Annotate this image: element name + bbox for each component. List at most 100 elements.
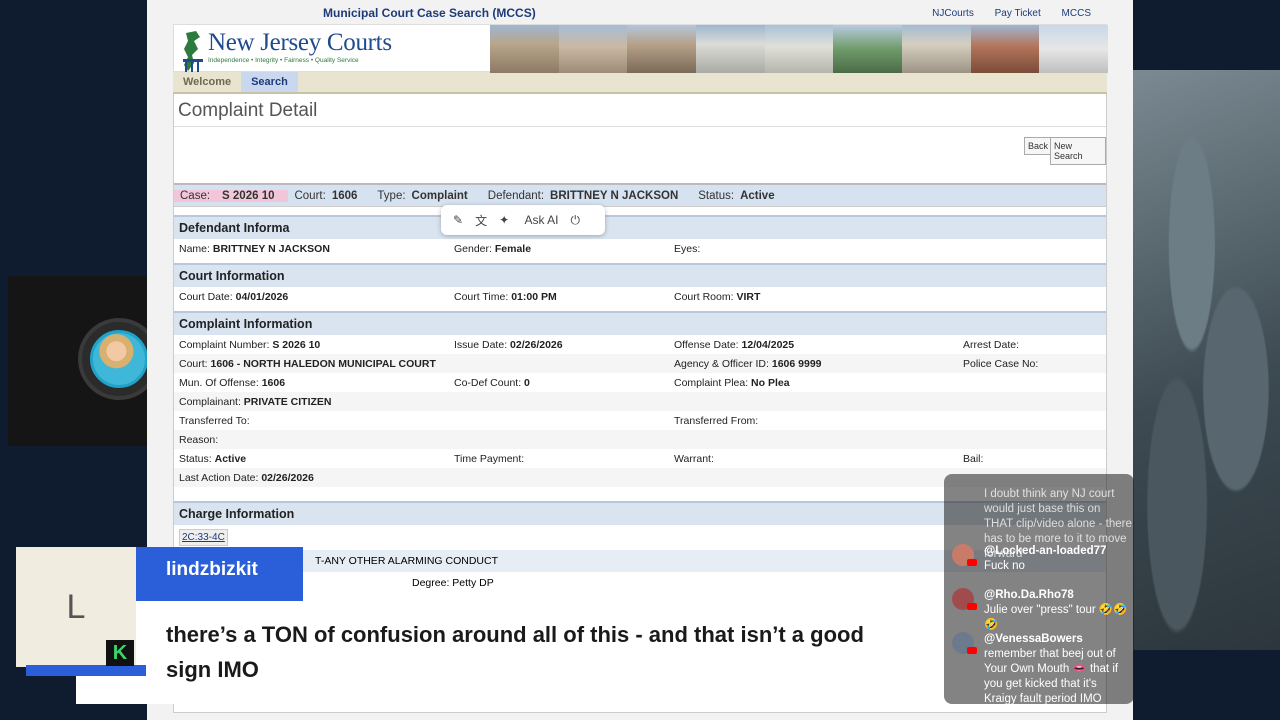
translate-icon[interactable]: 文: [475, 212, 487, 229]
logo-wordmark: New Jersey Courts: [208, 29, 392, 56]
issue-date-value: 02/26/2026: [510, 339, 563, 351]
site-topbar: Municipal Court Case Search (MCCS) NJCou…: [173, 4, 1107, 24]
complaint-number-value: S 2026 10: [272, 339, 321, 351]
degree-value: Petty DP: [452, 577, 494, 589]
status-label: Status:: [698, 189, 735, 202]
chat-overlay: I doubt think any NJ court would just ba…: [944, 474, 1134, 704]
type-label: Type:: [377, 189, 406, 202]
ask-ai-label: Ask AI: [524, 213, 559, 227]
status-value: Active: [740, 189, 775, 202]
tab-search[interactable]: Search: [241, 72, 298, 92]
statute-link[interactable]: 2C:33-4C: [179, 529, 228, 546]
court-value: 1606: [331, 189, 358, 202]
nav-njcourts[interactable]: NJCourts: [932, 8, 974, 19]
defendant-section-title: Defendant Informa: [174, 215, 1106, 239]
time-payment-label: Time Payment:: [454, 453, 525, 465]
complaint-row-5: Transferred To: Transferred From:: [174, 411, 1106, 430]
new-search-button[interactable]: New Search: [1050, 137, 1106, 165]
court-row: Court Date: 04/01/2026 Court Time: 01:00…: [174, 287, 1106, 306]
lower-third-message: there’s a TON of confusion around all of…: [166, 622, 864, 682]
nav-pay-ticket[interactable]: Pay Ticket: [995, 8, 1041, 19]
complaint-row-1: Complaint Number: S 2026 10 Issue Date: …: [174, 335, 1106, 354]
site-banner: New Jersey Courts Independence • Integri…: [173, 24, 1109, 73]
complainant-label: Complainant:: [179, 396, 241, 408]
complaint-row-3: Mun. Of Offense: 1606 Co-Def Count: 0 Co…: [174, 373, 1106, 392]
gender-label: Gender:: [454, 243, 492, 255]
arrest-date-label: Arrest Date:: [963, 339, 1020, 351]
nav-mccs[interactable]: MCCS: [1062, 8, 1091, 19]
nj-courts-logo-icon: [183, 31, 203, 72]
court-time-label: Court Time:: [454, 291, 509, 303]
chat-message: @VenessaBowers remember that beej out of …: [952, 632, 1132, 704]
complaint-status-label: Status:: [179, 453, 212, 465]
agency-label: Agency & Officer ID:: [674, 358, 769, 370]
defendant-label: Defendant:: [487, 189, 545, 202]
complaint-row-2: Court: 1606 - NORTH HALEDON MUNICIPAL CO…: [174, 354, 1106, 373]
lower-third-accent: [26, 665, 146, 676]
complainant-value: PRIVATE CITIZEN: [243, 396, 332, 408]
lower-third-username: lindzbizkit: [136, 547, 303, 601]
transferred-from-label: Transferred From:: [674, 415, 759, 427]
complaint-row-6: Reason:: [174, 430, 1106, 449]
court-room-value: VIRT: [736, 291, 761, 303]
youtube-icon: [967, 603, 977, 610]
last-action-value: 02/26/2026: [261, 472, 314, 484]
logo-tagline: Independence • Integrity • Fairness • Qu…: [208, 57, 359, 64]
complaint-section-title: Complaint Information: [174, 311, 1106, 335]
codef-label: Co-Def Count:: [454, 377, 522, 389]
power-icon[interactable]: ⏻: [570, 213, 580, 228]
highlight-icon[interactable]: ✎: [453, 213, 463, 227]
complaint-court-value: 1606 - NORTH HALEDON MUNICIPAL COURT: [210, 358, 436, 370]
gender-value: Female: [494, 243, 532, 255]
court-date-value: 04/01/2026: [235, 291, 289, 303]
complaint-status-value: Active: [214, 453, 247, 465]
defendant-row: Name: BRITTNEY N JACKSON Gender: Female …: [174, 239, 1106, 258]
chat-message-text: remember that beej out of Your Own Mouth…: [984, 648, 1119, 704]
chat-message: @Locked-an-loaded77 Fuck no: [952, 544, 1132, 574]
app-title: Municipal Court Case Search (MCCS): [323, 6, 536, 20]
degree-label: Degree:: [412, 577, 450, 589]
last-action-label: Last Action Date:: [179, 472, 259, 484]
eyes-label: Eyes:: [674, 243, 701, 255]
bail-label: Bail:: [963, 453, 984, 465]
defendant-value: BRITTNEY N JACKSON: [550, 189, 679, 202]
court-section-title: Court Information: [174, 263, 1106, 287]
ai-toolbar: ✎ 文 ✦ Ask AI ⏻: [441, 205, 605, 235]
complaint-row-4: Complainant: PRIVATE CITIZEN: [174, 392, 1106, 411]
chat-username: @VenessaBowers: [984, 633, 1083, 645]
issue-date-label: Issue Date:: [454, 339, 508, 351]
ask-ai-button[interactable]: ✦ Ask AI: [499, 213, 558, 227]
action-row: Back New Search: [174, 127, 1106, 185]
youtube-icon: [967, 559, 977, 566]
kick-logo-icon: K: [106, 640, 134, 666]
courthouse-photo-strip: [490, 25, 1109, 73]
chat-message-text: Julie over "press" tour 🤣🤣🤣: [984, 604, 1128, 631]
case-summary-bar: Case: S 2026 10 Court: 1606 Type: Compla…: [174, 185, 1106, 207]
mun-offense-value: 1606: [261, 377, 286, 389]
charge-description: T-ANY OTHER ALARMING CONDUCT: [315, 555, 498, 567]
complaint-court-label: Court:: [179, 358, 208, 370]
offense-date-value: 12/04/2025: [741, 339, 795, 351]
transferred-to-label: Transferred To:: [179, 415, 250, 427]
page-title: Complaint Detail: [174, 94, 1106, 127]
youtube-icon: [967, 647, 977, 654]
court-label: Court:: [294, 189, 326, 202]
mun-offense-label: Mun. Of Offense:: [179, 377, 259, 389]
court-time-value: 01:00 PM: [511, 291, 557, 303]
lower-third-avatar-letter: L: [66, 588, 86, 626]
complaint-row-7: Status: Active Time Payment: Warrant: Ba…: [174, 449, 1106, 468]
complaint-number-label: Complaint Number:: [179, 339, 270, 351]
back-button[interactable]: Back: [1024, 137, 1053, 155]
type-value: Complaint: [411, 189, 468, 202]
case-label: Case:: [174, 189, 217, 202]
tab-welcome[interactable]: Welcome: [173, 72, 241, 92]
background-artwork: [1133, 70, 1280, 650]
plea-label: Complaint Plea:: [674, 377, 749, 389]
name-value: BRITTNEY N JACKSON: [212, 243, 330, 255]
site-tabs: Welcome Search: [173, 72, 1107, 94]
chat-username: @Locked-an-loaded77: [984, 545, 1107, 557]
chat-message-text: Fuck no: [984, 560, 1025, 572]
plea-value: No Plea: [751, 377, 790, 389]
name-label: Name:: [179, 243, 210, 255]
chat-username: @Rho.Da.Rho78: [984, 589, 1074, 601]
